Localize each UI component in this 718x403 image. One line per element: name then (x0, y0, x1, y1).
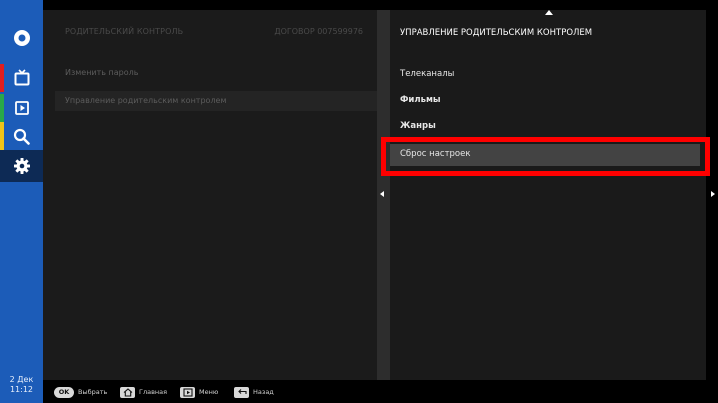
back-key-icon (234, 386, 249, 398)
selection-highlight-box (381, 137, 710, 176)
option-tv-channels[interactable]: Телеканалы (390, 64, 700, 86)
menu-item-parental-management[interactable]: Управление родительским контролем (55, 91, 377, 111)
option-label: Телеканалы (400, 69, 455, 79)
bottom-hint-bar: OK Выбрать Главная Меню Назад (43, 380, 718, 403)
sidebar: 2 Дек 11:12 (0, 0, 43, 403)
menu-item-change-password[interactable]: Изменить пароль (55, 63, 377, 83)
left-panel: РОДИТЕЛЬСКИЙ КОНТРОЛЬ ДОГОВОР 007599976 … (43, 10, 377, 380)
arrow-left-icon[interactable] (380, 191, 384, 197)
hint-ok[interactable]: OK Выбрать (54, 386, 107, 398)
right-panel-header: УПРАВЛЕНИЕ РОДИТЕЛЬСКИМ КОНТРОЛЕМ (390, 22, 706, 46)
sidebar-item-tv[interactable] (0, 62, 43, 94)
tv-icon (14, 69, 29, 86)
menu-item-label: Управление родительским контролем (65, 96, 227, 105)
menu-item-label: Изменить пароль (65, 68, 139, 77)
option-movies[interactable]: Фильмы (390, 90, 700, 112)
scroll-up-arrow-icon[interactable] (545, 10, 553, 15)
option-label: Фильмы (400, 95, 441, 105)
video-icon (14, 101, 29, 115)
hint-label: Меню (199, 388, 219, 396)
hint-label: Главная (139, 388, 168, 396)
clock-time: 11:12 (9, 385, 34, 394)
ok-key-icon: OK (54, 386, 74, 398)
menu-key-icon (180, 386, 195, 398)
left-panel-title: РОДИТЕЛЬСКИЙ КОНТРОЛЬ (65, 27, 184, 36)
option-label: Жанры (400, 121, 436, 131)
gear-icon (13, 158, 30, 174)
right-panel-title: УПРАВЛЕНИЕ РОДИТЕЛЬСКИМ КОНТРОЛЕМ (400, 28, 593, 38)
option-genres[interactable]: Жанры (390, 116, 700, 132)
clock-date: 2 Дек (9, 375, 34, 384)
sidebar-item-home[interactable] (0, 22, 43, 54)
contract-number: ДОГОВОР 007599976 (274, 27, 363, 36)
hint-back[interactable]: Назад (234, 386, 274, 398)
home-icon (13, 30, 30, 46)
search-icon (13, 128, 30, 145)
home-key-icon (120, 386, 135, 398)
hint-label: Назад (253, 388, 274, 396)
sidebar-item-search[interactable] (0, 120, 43, 152)
right-panel: УПРАВЛЕНИЕ РОДИТЕЛЬСКИМ КОНТРОЛЕМ Телека… (390, 10, 706, 380)
hint-label: Выбрать (78, 388, 108, 396)
hint-menu[interactable]: Меню (180, 386, 218, 398)
hint-home[interactable]: Главная (120, 386, 167, 398)
sidebar-item-settings[interactable] (0, 150, 43, 182)
clock: 2 Дек 11:12 (0, 375, 43, 395)
arrow-right-icon[interactable] (711, 191, 715, 197)
left-panel-header: РОДИТЕЛЬСКИЙ КОНТРОЛЬ ДОГОВОР 007599976 (43, 20, 377, 46)
